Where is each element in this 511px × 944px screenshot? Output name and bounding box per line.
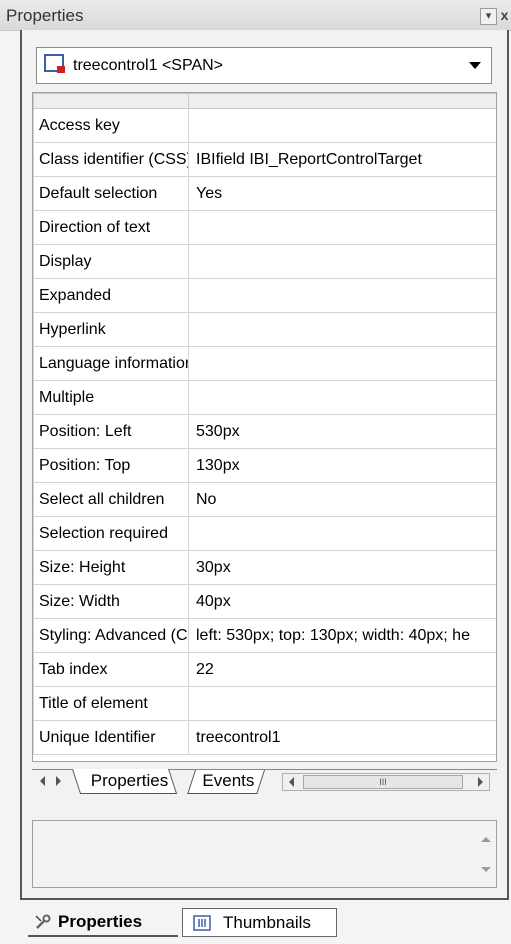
panel-title: Properties <box>6 6 84 25</box>
property-name: Multiple <box>33 380 189 415</box>
property-row[interactable]: Access key <box>33 108 496 143</box>
property-name: Class identifier (CSS) <box>33 142 189 177</box>
header-value-column[interactable] <box>188 93 496 109</box>
property-row[interactable]: Position: Left 530px <box>33 414 496 449</box>
property-row[interactable]: Size: Height 30px <box>33 550 496 585</box>
tab-events[interactable]: Events <box>187 770 265 794</box>
properties-panel: treecontrol1 <SPAN> Access key Class ide… <box>20 30 509 900</box>
scroll-left-icon[interactable] <box>289 777 294 787</box>
property-value[interactable]: Yes <box>188 176 496 211</box>
tab-events-label: Events <box>202 771 255 790</box>
wrench-icon <box>35 914 51 929</box>
property-name: Language information <box>33 346 189 381</box>
scroll-up-icon[interactable] <box>481 837 491 842</box>
property-value[interactable]: 22 <box>188 652 496 687</box>
property-name: Default selection <box>33 176 189 211</box>
tab-scroll-left-icon[interactable] <box>40 776 45 786</box>
control-element-icon <box>44 54 65 73</box>
tab-bottom-properties[interactable]: Properties <box>28 908 178 937</box>
property-name: Unique Identifier <box>33 720 189 755</box>
property-value[interactable] <box>188 244 496 279</box>
property-name: Select all children <box>33 482 189 517</box>
property-row[interactable]: Title of element <box>33 686 496 721</box>
thumbnails-icon <box>193 915 211 931</box>
property-value[interactable]: 40px <box>188 584 496 619</box>
property-row[interactable]: Hyperlink <box>33 312 496 347</box>
panel-titlebar: Properties ▾ x <box>0 0 511 31</box>
property-grid: Access key Class identifier (CSS) IBIfiel… <box>32 92 497 762</box>
description-pane <box>32 820 497 888</box>
property-row[interactable]: Selection required <box>33 516 496 551</box>
property-value[interactable]: No <box>188 482 496 517</box>
property-value[interactable] <box>188 278 496 313</box>
property-name: Expanded <box>33 278 189 313</box>
property-value[interactable]: 30px <box>188 550 496 585</box>
element-selector-dropdown[interactable]: treecontrol1 <SPAN> <box>36 47 492 84</box>
inner-tab-bar: Properties Events III <box>32 769 497 796</box>
property-name: Position: Left <box>33 414 189 449</box>
property-name: Direction of text <box>33 210 189 245</box>
scrollbar-thumb[interactable]: III <box>303 775 463 789</box>
property-row[interactable]: Expanded <box>33 278 496 313</box>
property-value[interactable]: 130px <box>188 448 496 483</box>
vertical-scrollbar[interactable] <box>478 827 494 883</box>
property-value[interactable]: treecontrol1 <box>188 720 496 755</box>
property-row[interactable]: Unique Identifier treecontrol1 <box>33 720 496 755</box>
property-value[interactable] <box>188 108 496 143</box>
horizontal-scrollbar[interactable]: III <box>282 773 490 791</box>
property-row[interactable]: Language information <box>33 346 496 381</box>
tab-properties-label: Properties <box>90 771 169 790</box>
property-value[interactable] <box>188 210 496 245</box>
property-grid-header <box>33 93 496 109</box>
property-value[interactable] <box>188 516 496 551</box>
scroll-right-icon[interactable] <box>478 777 483 787</box>
property-row[interactable]: Multiple <box>33 380 496 415</box>
element-selector-value: treecontrol1 <SPAN> <box>73 57 224 74</box>
property-name: Selection required <box>33 516 189 551</box>
bottom-tab-bar: Properties Thumbnails <box>0 900 511 944</box>
property-name: Size: Height <box>33 550 189 585</box>
property-row[interactable]: Class identifier (CSS) IBIfield IBI_Repor… <box>33 142 496 177</box>
property-name: Styling: Advanced (CSS) <box>33 618 189 653</box>
property-name: Hyperlink <box>33 312 189 347</box>
property-row[interactable]: Default selection Yes <box>33 176 496 211</box>
property-name: Size: Width <box>33 584 189 619</box>
property-value[interactable] <box>188 312 496 347</box>
header-name-column[interactable] <box>33 93 189 109</box>
chevron-down-icon[interactable] <box>469 62 481 69</box>
property-name: Tab index <box>33 652 189 687</box>
property-value[interactable]: 530px <box>188 414 496 449</box>
property-row[interactable]: Tab index 22 <box>33 652 496 687</box>
property-value[interactable]: left: 530px; top: 130px; width: 40px; he <box>188 618 496 653</box>
minimize-icon[interactable]: ▾ <box>480 8 497 25</box>
property-value[interactable] <box>188 686 496 721</box>
property-value[interactable] <box>188 346 496 381</box>
close-icon[interactable]: x <box>497 8 511 23</box>
property-row[interactable]: Size: Width 40px <box>33 584 496 619</box>
tab-scroll-right-icon[interactable] <box>56 776 61 786</box>
property-row[interactable]: Select all children No <box>33 482 496 517</box>
property-row[interactable]: Display <box>33 244 496 279</box>
tab-bottom-properties-label: Properties <box>58 912 143 931</box>
property-name: Title of element <box>33 686 189 721</box>
property-name: Display <box>33 244 189 279</box>
scroll-down-icon[interactable] <box>481 867 491 872</box>
tab-bottom-thumbnails-label: Thumbnails <box>223 913 311 932</box>
property-row[interactable]: Position: Top 130px <box>33 448 496 483</box>
tab-bottom-thumbnails[interactable]: Thumbnails <box>182 908 337 937</box>
tab-properties[interactable]: Properties <box>72 769 178 794</box>
property-value[interactable] <box>188 380 496 415</box>
property-value[interactable]: IBIfield IBI_ReportControlTarget <box>188 142 496 177</box>
property-name: Position: Top <box>33 448 189 483</box>
property-name: Access key <box>33 108 189 143</box>
property-row[interactable]: Direction of text <box>33 210 496 245</box>
property-row[interactable]: Styling: Advanced (CSS)left: 530px; top:… <box>33 618 496 653</box>
